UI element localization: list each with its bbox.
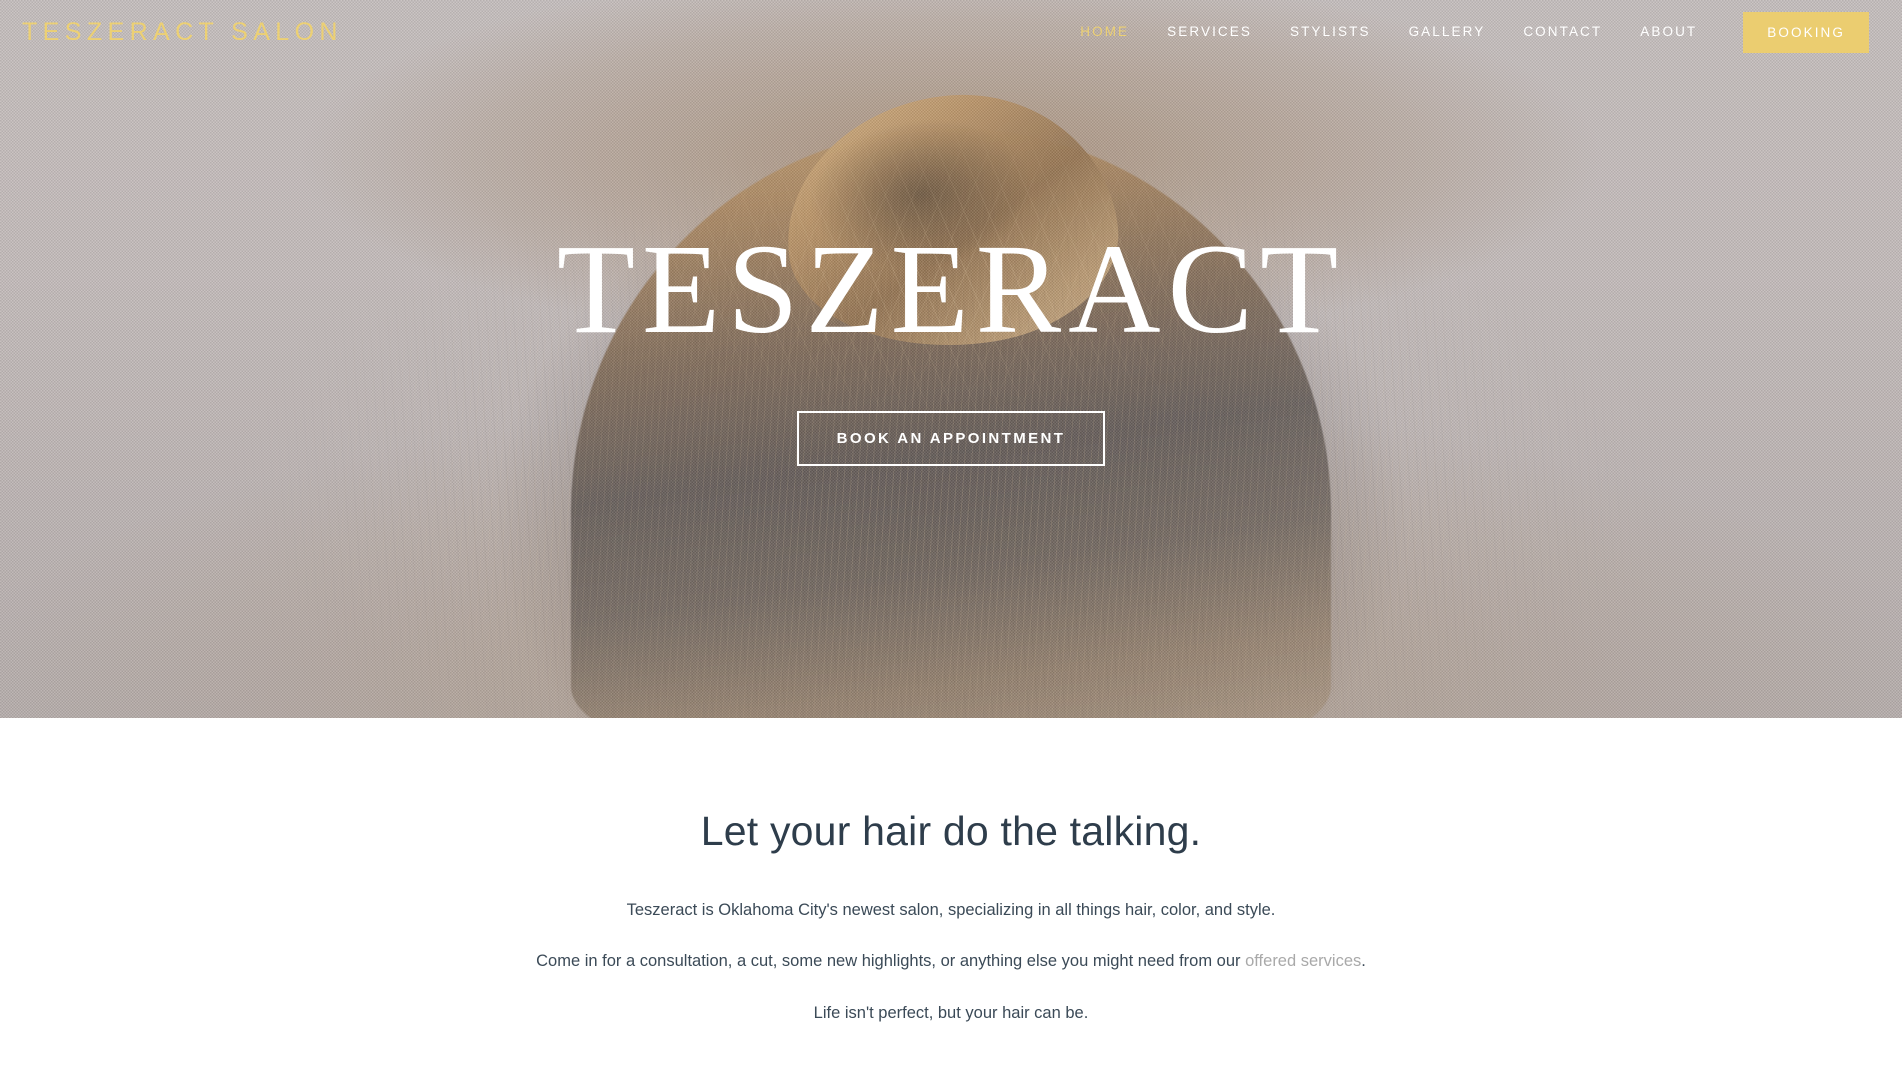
booking-button[interactable]: BOOKING bbox=[1743, 11, 1869, 53]
intro-section: Let your hair do the talking. Teszeract … bbox=[0, 718, 1902, 1069]
intro-paragraph-3: Life isn't perfect, but your hair can be… bbox=[813, 1003, 1089, 1022]
nav-item-about[interactable]: ABOUT bbox=[1621, 0, 1716, 64]
top-navigation-bar: TESZERACT SALON HOME SERVICES STYLISTS G… bbox=[0, 0, 1902, 64]
site-logo[interactable]: TESZERACT SALON bbox=[22, 18, 343, 47]
intro-paragraph-1: Teszeract is Oklahoma City's newest salo… bbox=[626, 901, 1276, 919]
nav-item-services[interactable]: SERVICES bbox=[1148, 0, 1271, 64]
offered-services-link[interactable]: offered services bbox=[1245, 952, 1361, 970]
intro-paragraph-2: Come in for a consultation, a cut, some … bbox=[0, 948, 1902, 974]
intro-paragraph-2-suffix: . bbox=[1361, 952, 1366, 971]
intro-paragraph-2-prefix: Come in for a consultation, a cut, some … bbox=[536, 952, 1246, 971]
nav-item-home[interactable]: HOME bbox=[1061, 0, 1148, 64]
hero-title: TESZERACT bbox=[556, 218, 1346, 360]
hero-content: TESZERACT BOOK AN APPOINTMENT bbox=[0, 218, 1902, 467]
book-appointment-button[interactable]: BOOK AN APPOINTMENT bbox=[796, 411, 1106, 467]
hero-banner: TESZERACT SALON HOME SERVICES STYLISTS G… bbox=[0, 0, 1902, 718]
nav-links-group: HOME SERVICES STYLISTS GALLERY CONTACT A… bbox=[1061, 0, 1902, 64]
nav-item-stylists[interactable]: STYLISTS bbox=[1271, 0, 1390, 64]
nav-item-contact[interactable]: CONTACT bbox=[1504, 0, 1621, 64]
nav-item-gallery[interactable]: GALLERY bbox=[1390, 0, 1505, 64]
intro-heading: Let your hair do the talking. bbox=[700, 808, 1202, 854]
